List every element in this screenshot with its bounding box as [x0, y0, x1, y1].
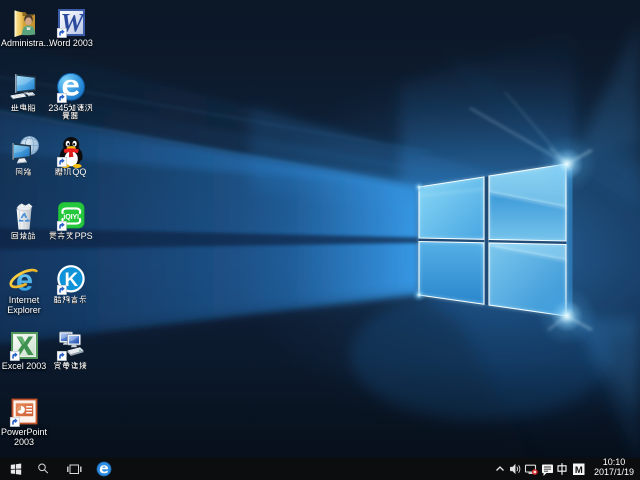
- svg-text:5: 5: [63, 103, 68, 113]
- svg-text:Q: Q: [79, 167, 86, 177]
- svg-text:S: S: [87, 231, 93, 241]
- svg-text:M: M: [575, 465, 583, 476]
- svg-text:e: e: [16, 264, 33, 296]
- svg-text:Q: Q: [72, 167, 79, 177]
- svg-text:iQIYI: iQIYI: [63, 212, 79, 221]
